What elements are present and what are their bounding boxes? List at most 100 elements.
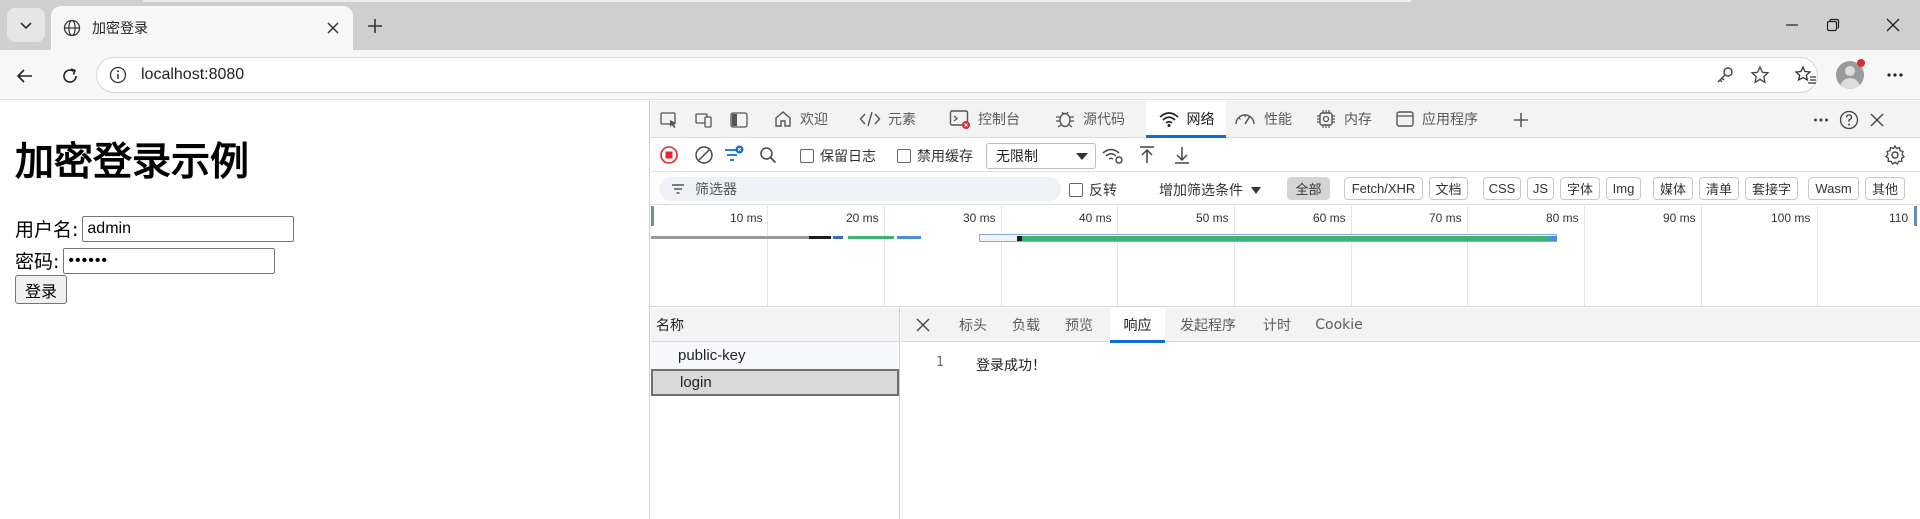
username-input[interactable]	[82, 215, 295, 242]
tab-cookies[interactable]: Cookie	[1311, 308, 1367, 342]
network-timeline-overview[interactable]: 10 ms 20 ms 30 ms 40 ms 50 ms 60 ms 70 m…	[651, 206, 1920, 307]
filter-chip-doc[interactable]: 文档	[1429, 177, 1468, 200]
response-text[interactable]: 登录成功！	[976, 355, 1046, 375]
tab-actions-button[interactable]	[7, 8, 45, 42]
timeline-tick-label: 80 ms	[1546, 211, 1579, 225]
refresh-button[interactable]	[54, 60, 86, 92]
tab-welcome-label: 欢迎	[800, 112, 828, 128]
password-input[interactable]	[63, 247, 276, 274]
tab-console[interactable]: 控制台	[949, 101, 1020, 137]
password-key-button[interactable]	[1710, 60, 1740, 90]
filter-chip-css[interactable]: CSS	[1483, 177, 1521, 200]
timeline-bar-request	[833, 236, 843, 239]
timeline-gridline	[1234, 206, 1235, 306]
password-row: 密码:	[15, 247, 276, 274]
tab-network[interactable]: 网络	[1146, 101, 1226, 138]
filter-chip-socket[interactable]: 套接字	[1745, 177, 1798, 200]
login-button[interactable]: 登录	[15, 275, 67, 304]
upload-icon	[1140, 146, 1154, 163]
filter-chip-fetch-xhr[interactable]: Fetch/XHR	[1344, 177, 1423, 200]
record-button[interactable]	[657, 143, 681, 167]
request-row-public-key[interactable]: public-key	[651, 342, 899, 369]
tab-memory[interactable]: 内存	[1315, 101, 1372, 137]
inspect-element-button[interactable]	[657, 108, 681, 132]
filter-chip-font[interactable]: 字体	[1560, 177, 1600, 200]
timeline-bar-download	[1550, 236, 1557, 241]
preserve-log-checkbox[interactable]: 保留日志	[800, 146, 876, 166]
clear-log-button[interactable]	[692, 143, 716, 167]
filter-chip-other[interactable]: 其他	[1865, 177, 1905, 200]
filter-chip-manifest[interactable]: 清单	[1699, 177, 1739, 200]
tab-memory-label: 内存	[1344, 112, 1372, 128]
filter-chip-media[interactable]: 媒体	[1653, 177, 1693, 200]
invert-box[interactable]	[1069, 183, 1083, 197]
tab-performance[interactable]: 性能	[1233, 101, 1292, 137]
filter-chip-wasm[interactable]: Wasm	[1808, 177, 1859, 200]
info-icon[interactable]	[109, 66, 127, 84]
timeline-left-handle[interactable]	[651, 206, 654, 226]
username-row: 用户名:	[15, 215, 295, 242]
throttling-select[interactable]: 无限制	[986, 143, 1096, 169]
plus-icon	[368, 19, 382, 33]
tab-elements[interactable]: 元素	[859, 101, 916, 137]
help-button[interactable]	[1837, 108, 1861, 132]
network-toolbar: 保留日志 禁用缓存 无限制	[651, 138, 1920, 172]
url-text[interactable]: localhost:8080	[141, 66, 244, 84]
close-detail-button[interactable]	[909, 308, 937, 342]
address-bar[interactable]: localhost:8080	[96, 57, 1818, 93]
add-tool-button[interactable]	[1509, 108, 1533, 132]
timeline-tick-label: 30 ms	[963, 211, 996, 225]
close-devtools-button[interactable]	[1865, 108, 1889, 132]
search-button[interactable]	[756, 143, 780, 167]
filter-chip-all[interactable]: 全部	[1287, 177, 1330, 200]
settings-more-button[interactable]	[1880, 60, 1910, 90]
filter-input[interactable]: 筛选器	[659, 177, 1061, 201]
tab-sources[interactable]: 源代码	[1054, 101, 1125, 137]
browser-tab[interactable]: 加密登录	[51, 6, 353, 50]
close-icon	[1870, 113, 1884, 127]
filter-bar: 筛选器 反转 增加筛选条件 全部 Fetch/XHR 文档 CSS JS 字体 …	[651, 172, 1920, 205]
tab-initiator[interactable]: 发起程序	[1174, 308, 1242, 342]
filter-chip-img[interactable]: Img	[1606, 177, 1641, 200]
back-button[interactable]	[9, 60, 41, 92]
search-icon	[760, 147, 777, 164]
devtools-more-button[interactable]	[1809, 108, 1833, 132]
filter-toggle-button[interactable]	[722, 143, 746, 167]
close-window-button[interactable]	[1876, 10, 1910, 40]
disable-cache-box[interactable]	[897, 149, 911, 163]
device-emulation-button[interactable]	[692, 108, 716, 132]
import-har-button[interactable]	[1135, 143, 1159, 167]
tab-response[interactable]: 响应	[1110, 308, 1165, 343]
timeline-gridline	[884, 206, 885, 306]
network-settings-button[interactable]	[1883, 143, 1907, 167]
favorites-button[interactable]	[1791, 60, 1821, 90]
console-icon	[949, 110, 970, 129]
timeline-tick-label: 100 ms	[1771, 211, 1811, 225]
refresh-icon	[63, 68, 77, 83]
invert-checkbox[interactable]: 反转	[1069, 180, 1117, 200]
tab-preview[interactable]: 预览	[1059, 308, 1099, 342]
export-har-button[interactable]	[1170, 143, 1194, 167]
request-row-login[interactable]: login	[651, 369, 899, 396]
disable-cache-checkbox[interactable]: 禁用缓存	[897, 146, 973, 166]
new-tab-button[interactable]	[360, 11, 390, 41]
tab-payload[interactable]: 负载	[1006, 308, 1046, 342]
minimize-button[interactable]	[1775, 10, 1809, 40]
tab-headers[interactable]: 标头	[953, 308, 993, 342]
dock-side-button[interactable]	[727, 108, 751, 132]
preserve-log-box[interactable]	[800, 149, 814, 163]
more-filters-dropdown[interactable]: 增加筛选条件	[1159, 180, 1261, 200]
favorite-button[interactable]	[1745, 60, 1775, 90]
caret-down-icon	[1251, 186, 1261, 194]
tab-welcome[interactable]: 欢迎	[773, 101, 828, 137]
tab-application[interactable]: 应用程序	[1395, 101, 1478, 137]
chip-icon	[1317, 110, 1335, 128]
chevron-down-icon	[20, 22, 32, 30]
restore-button[interactable]	[1816, 10, 1850, 40]
tab-close-button[interactable]	[323, 18, 343, 38]
tab-timing[interactable]: 计时	[1257, 308, 1297, 342]
name-column-header[interactable]: 名称	[651, 308, 899, 342]
network-conditions-button[interactable]	[1101, 143, 1125, 167]
filter-chip-js[interactable]: JS	[1527, 177, 1554, 200]
timeline-right-handle[interactable]	[1914, 206, 1917, 226]
